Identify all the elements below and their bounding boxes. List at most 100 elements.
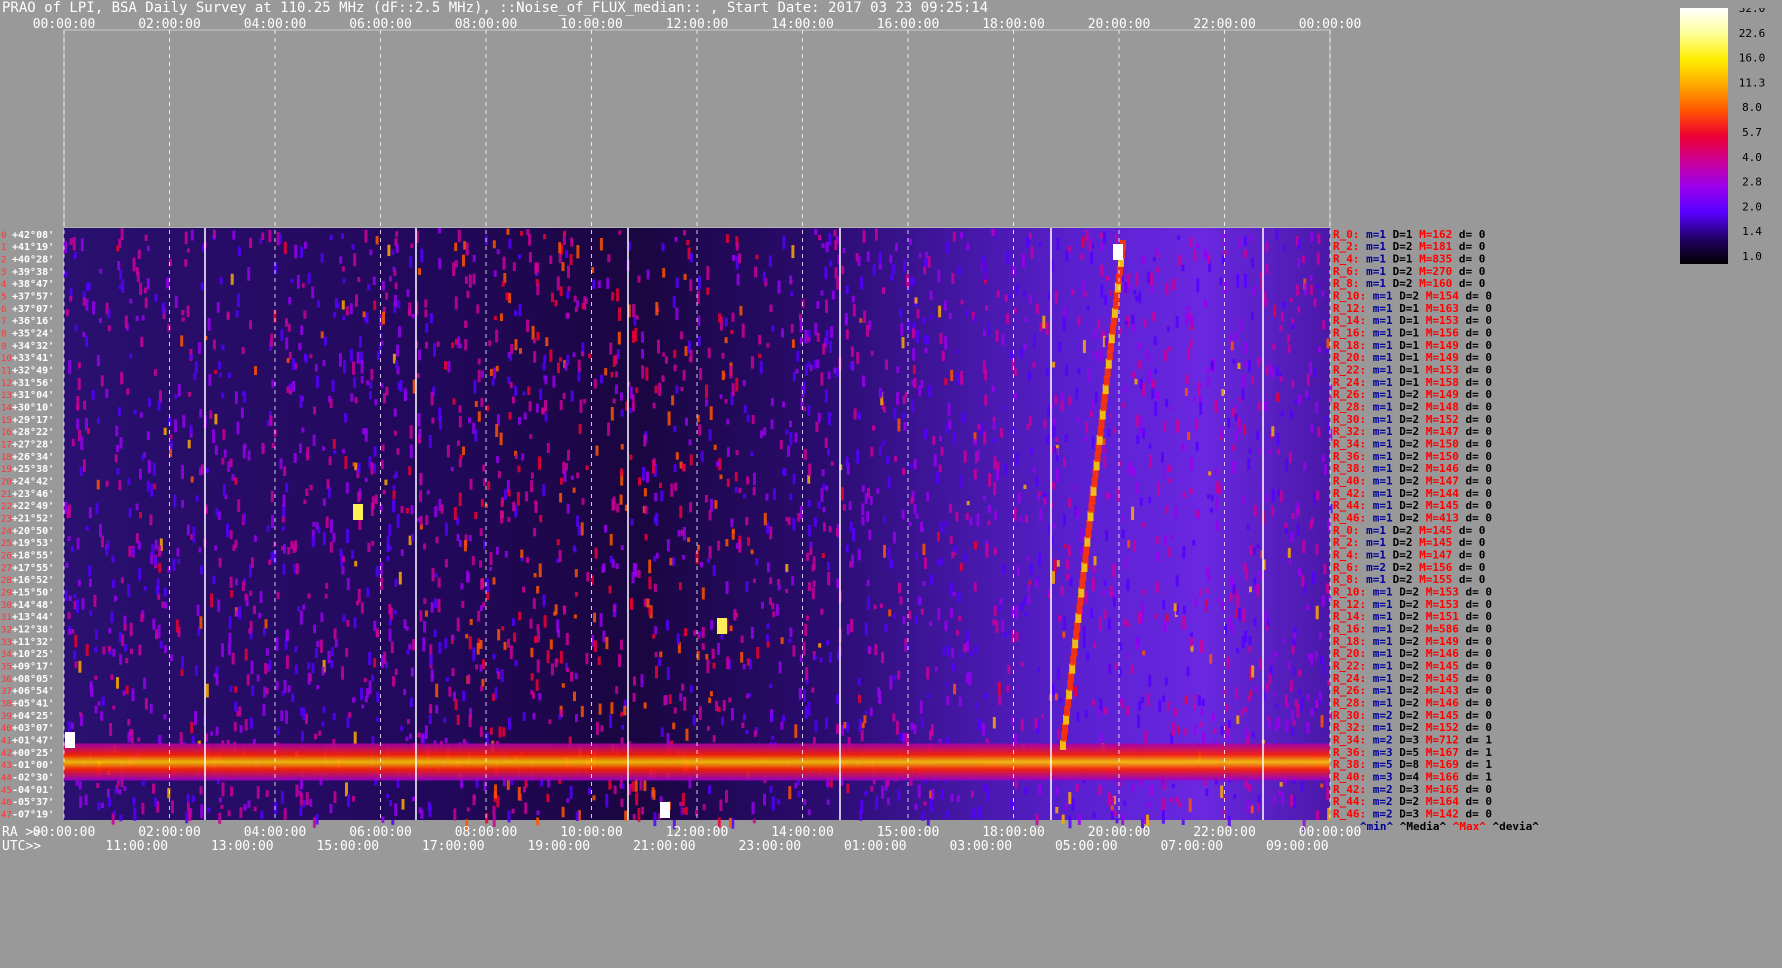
heatmap-cell — [1054, 693, 1058, 701]
heatmap-cell — [320, 331, 324, 339]
heatmap-cell — [710, 620, 714, 630]
heatmap-cell — [730, 518, 734, 528]
row-stat: R_46: m=1 D=2 M=413 d= 0 — [1333, 512, 1492, 525]
heatmap-cell — [611, 292, 615, 301]
heatmap-cell — [609, 342, 613, 355]
heatmap-cell — [468, 636, 472, 650]
stat-field: R_40: — [1333, 771, 1366, 784]
heatmap-cell — [900, 323, 904, 336]
heatmap-cell — [564, 362, 568, 371]
heatmap-cell — [361, 704, 365, 709]
heatmap-cell — [199, 409, 203, 418]
heatmap-cell — [1245, 726, 1249, 739]
heatmap-cell — [930, 574, 934, 585]
heatmap-cell — [116, 245, 120, 252]
heatmap-cell — [409, 425, 413, 439]
heatmap-cell — [984, 395, 988, 406]
heatmap-cell — [1169, 406, 1173, 411]
heatmap-cell — [1065, 250, 1069, 262]
heatmap-cell — [750, 549, 754, 555]
heatmap-cell — [394, 579, 398, 587]
heatmap-cell — [995, 329, 999, 342]
heatmap-cell — [712, 735, 716, 743]
heatmap-cell — [163, 587, 167, 597]
heatmap-cell — [282, 563, 286, 575]
heatmap-cell — [990, 229, 994, 234]
heatmap-cell — [1091, 700, 1095, 706]
heatmap-cell — [958, 696, 962, 707]
stat-field: m=1 — [1366, 697, 1393, 710]
heatmap-cell — [540, 779, 544, 787]
heatmap-cell — [132, 797, 136, 806]
heatmap-cell — [1055, 448, 1059, 462]
heatmap-cell — [1304, 283, 1308, 296]
heatmap-cell — [804, 623, 808, 636]
heatmap-cell — [708, 429, 712, 441]
heatmap-cell — [602, 563, 606, 573]
heatmap-cell — [1026, 237, 1029, 248]
row-index-label: 24 — [1, 527, 12, 537]
heatmap-cell — [101, 696, 105, 706]
heatmap-cell — [633, 676, 636, 686]
declination-label: +05°41' — [12, 699, 54, 710]
heatmap-cell — [129, 353, 133, 359]
heatmap-cell — [393, 430, 397, 436]
heatmap-cell — [1265, 493, 1269, 502]
heatmap-cell — [804, 329, 808, 344]
heatmap-cell — [477, 358, 481, 365]
colorbar: 32.022.616.011.38.05.74.02.82.01.41.0 — [1680, 8, 1765, 264]
stat-field: m=1 — [1366, 351, 1393, 364]
heatmap-cell — [726, 447, 730, 457]
heatmap-cell — [707, 347, 711, 359]
heatmap-cell — [836, 724, 839, 734]
heatmap-cell — [220, 804, 224, 809]
heatmap-cell — [743, 405, 747, 414]
heatmap-cell — [638, 477, 641, 486]
heatmap-cell — [135, 503, 139, 511]
heatmap-cell — [1080, 254, 1084, 260]
heatmap-cell — [530, 472, 534, 479]
stat-field: D=2 — [1393, 672, 1420, 685]
heatmap-cell — [542, 484, 546, 497]
heatmap-cell — [671, 395, 675, 406]
colorbar-tick-label: 4.0 — [1742, 151, 1762, 164]
heatmap-cell — [507, 489, 511, 497]
heatmap-cell — [588, 787, 591, 795]
heatmap-cell — [1154, 613, 1158, 619]
stat-field: M=153 — [1419, 314, 1459, 327]
heatmap-cell — [536, 624, 540, 631]
stat-field: R_4: — [1333, 253, 1360, 266]
heatmap-cell — [816, 301, 820, 309]
heatmap-cell — [506, 228, 510, 235]
heatmap-cell — [998, 695, 1002, 706]
row-index-label: 29 — [1, 589, 12, 599]
heatmap-cell — [985, 305, 988, 311]
heatmap-cell — [1249, 545, 1253, 556]
heatmap-cell — [444, 737, 448, 743]
heatmap-cell — [1020, 602, 1024, 611]
heatmap-cell — [1322, 664, 1326, 677]
heatmap-cell — [805, 667, 809, 681]
heatmap-cell — [140, 613, 144, 622]
stat-field: m=1 — [1366, 684, 1393, 697]
heatmap-cell — [1163, 349, 1167, 361]
heatmap-cell — [1305, 390, 1309, 398]
heatmap-cell — [1042, 315, 1046, 329]
heatmap-cell — [1316, 283, 1320, 289]
heatmap-cell — [877, 687, 881, 698]
stat-field: D=2 — [1386, 277, 1413, 290]
heatmap-cell — [451, 634, 455, 641]
heatmap-cell — [389, 800, 393, 807]
heatmap-cell — [559, 493, 563, 503]
heatmap-cell — [301, 731, 304, 742]
heatmap-cell — [565, 249, 569, 258]
heatmap-cell — [305, 488, 309, 496]
heatmap-cell — [681, 683, 685, 691]
heatmap-cell — [430, 602, 434, 613]
heatmap-cell — [688, 357, 692, 362]
heatmap-cell — [520, 549, 524, 558]
heatmap-cell — [195, 495, 199, 502]
heatmap-cell — [1287, 661, 1291, 670]
heatmap-cell — [924, 347, 928, 354]
stat-field: R_4: — [1333, 549, 1360, 562]
